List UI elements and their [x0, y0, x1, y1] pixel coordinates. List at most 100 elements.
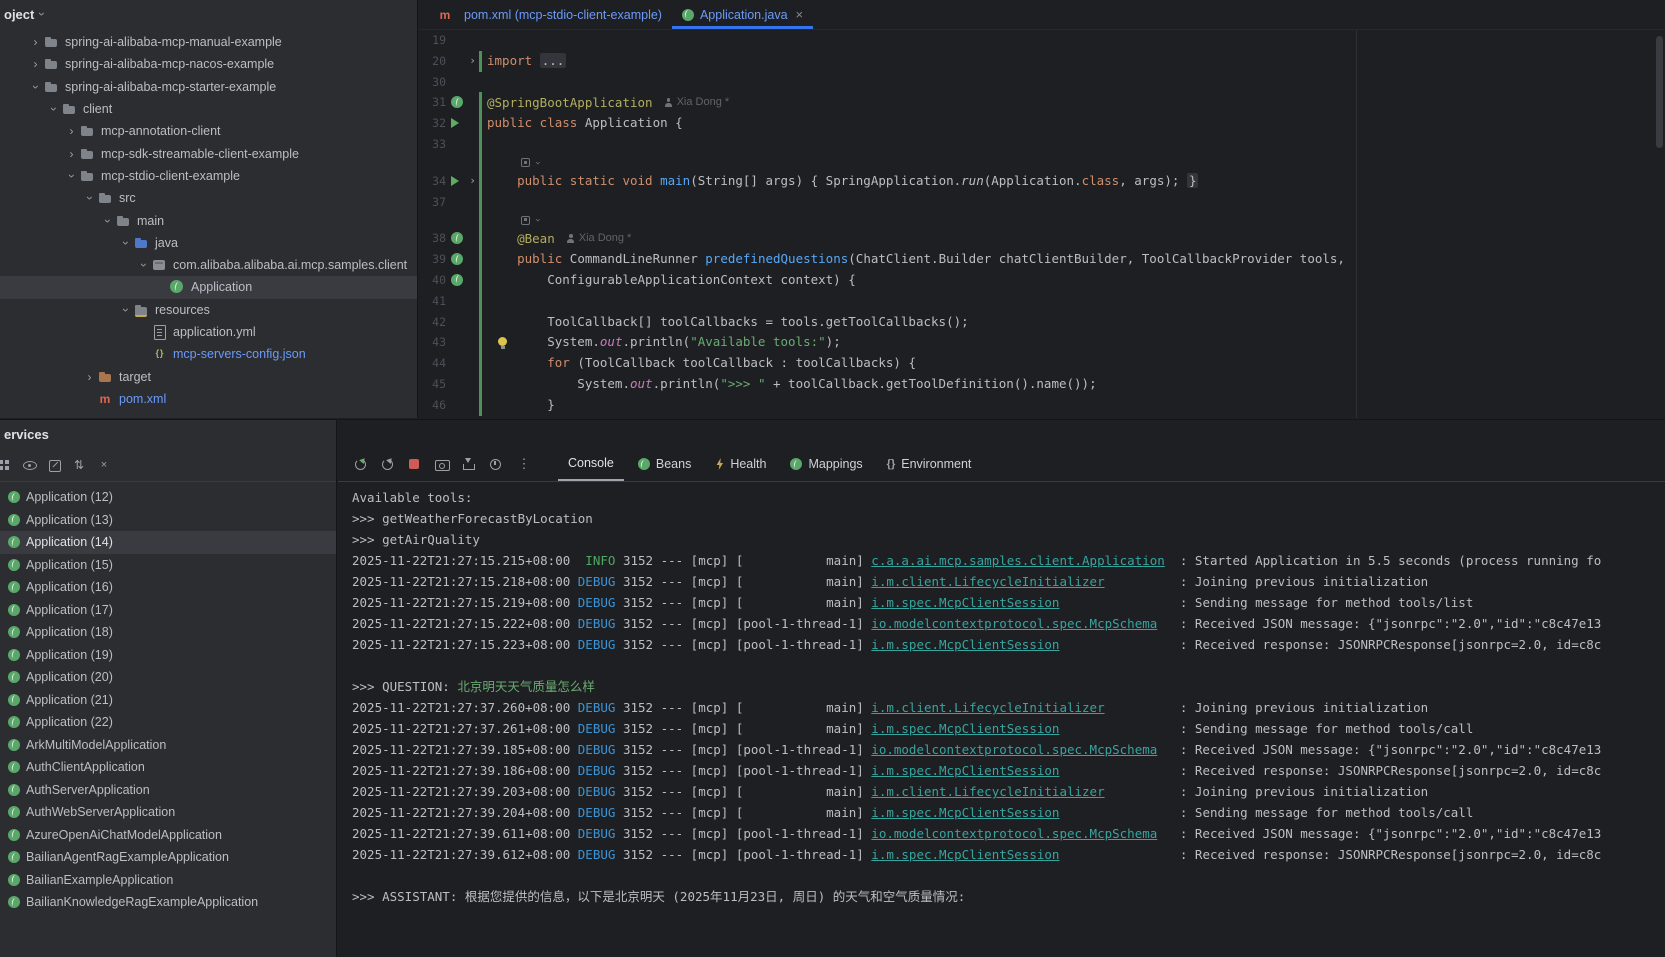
tree-item[interactable]: ›com.alibaba.alibaba.ai.mcp.samples.clie…	[0, 254, 417, 276]
logger-link[interactable]: i.m.spec.McpClientSession	[871, 637, 1059, 652]
logger-link[interactable]: i.m.client.LifecycleInitializer	[871, 784, 1104, 799]
code-line[interactable]: 40 ConfigurableApplicationContext contex…	[419, 270, 1665, 291]
logger-link[interactable]: i.m.client.LifecycleInitializer	[871, 700, 1104, 715]
chevron-down-icon[interactable]: ›	[100, 214, 115, 228]
tree-item[interactable]: ›mcp-sdk-streamable-client-example	[0, 142, 417, 164]
code-line[interactable]: 39 public CommandLineRunner predefinedQu…	[419, 249, 1665, 270]
service-item[interactable]: AuthWebServerApplication	[0, 801, 336, 824]
service-item[interactable]: Application (19)	[0, 644, 336, 667]
chevron-down-icon[interactable]: ›	[82, 191, 97, 205]
chevron-right-icon[interactable]: ›	[28, 35, 43, 49]
run-gutter-icon[interactable]	[451, 176, 459, 186]
fold-icon[interactable]: ›	[466, 51, 479, 72]
service-item[interactable]: BailianAgentRagExampleApplication	[0, 846, 336, 869]
eye-icon[interactable]	[21, 457, 37, 473]
code-line[interactable]: 20›import ...	[419, 51, 1665, 72]
service-item[interactable]: Application (17)	[0, 599, 336, 622]
tab-mappings[interactable]: Mappings	[780, 447, 872, 481]
close-tab-icon[interactable]: ×	[796, 7, 804, 22]
run-gutter-icon[interactable]	[451, 118, 459, 128]
tab-beans[interactable]: Beans	[628, 447, 701, 481]
logger-link[interactable]: i.m.spec.McpClientSession	[871, 595, 1059, 610]
tree-item[interactable]: ›spring-ai-alibaba-mcp-manual-example	[0, 31, 417, 53]
service-item[interactable]: ArkMultiModelApplication	[0, 734, 336, 757]
logger-link[interactable]: i.m.client.LifecycleInitializer	[871, 574, 1104, 589]
logger-link[interactable]: i.m.spec.McpClientSession	[871, 763, 1059, 778]
service-item[interactable]: Application (22)	[0, 711, 336, 734]
tab-health[interactable]: Health	[705, 447, 776, 481]
chevron-down-icon[interactable]: ›	[64, 169, 79, 183]
service-item[interactable]: Application (12)	[0, 486, 336, 509]
logger-link[interactable]: io.modelcontextprotocol.spec.McpSchema	[871, 826, 1157, 841]
code-line[interactable]: 33	[419, 134, 1665, 155]
code-line[interactable]: 46 }	[419, 395, 1665, 416]
service-item[interactable]: Application (21)	[0, 689, 336, 712]
editor-scrollbar[interactable]	[1656, 36, 1663, 148]
tree-item[interactable]: ›spring-ai-alibaba-mcp-nacos-example	[0, 53, 417, 75]
logger-link[interactable]: io.modelcontextprotocol.spec.McpSchema	[871, 616, 1157, 631]
code-line[interactable]: 38 @BeanXia Dong *	[419, 228, 1665, 249]
tree-item[interactable]: ›resources	[0, 299, 417, 321]
service-item[interactable]: BailianKnowledgeRagExampleApplication	[0, 891, 336, 914]
service-item[interactable]: AuthClientApplication	[0, 756, 336, 779]
tree-item[interactable]: ›target	[0, 365, 417, 387]
chevron-down-icon[interactable]: ›	[28, 80, 43, 94]
project-panel-header[interactable]: oject ›	[0, 0, 417, 28]
chevron-right-icon[interactable]: ›	[64, 147, 79, 161]
tree-item[interactable]: ›main	[0, 209, 417, 231]
service-item[interactable]: Application (20)	[0, 666, 336, 689]
chevron-right-icon[interactable]: ›	[64, 124, 79, 138]
tree-item[interactable]: ›client	[0, 98, 417, 120]
service-item[interactable]: Application (14)	[0, 531, 336, 554]
grid-icon[interactable]	[0, 457, 12, 473]
logger-link[interactable]: i.m.spec.McpClientSession	[871, 721, 1059, 736]
logger-link[interactable]: i.m.spec.McpClientSession	[871, 847, 1059, 862]
tree-item[interactable]: ›mcp-annotation-client	[0, 120, 417, 142]
code-line[interactable]: 43 System.out.println("Available tools:"…	[419, 332, 1665, 353]
chevron-right-icon[interactable]: ›	[28, 57, 43, 71]
service-item[interactable]: AzureOpenAiChatModelApplication	[0, 824, 336, 847]
timer-icon[interactable]	[487, 456, 503, 472]
sort-icon[interactable]: ⇅	[71, 457, 87, 473]
code-line[interactable]: 37	[419, 192, 1665, 213]
code-line[interactable]: 19	[419, 30, 1665, 51]
thread-dump-icon[interactable]	[433, 456, 449, 472]
tree-item[interactable]: { }mcp-servers-config.json	[0, 343, 417, 365]
chevron-down-icon[interactable]: ›	[46, 102, 61, 116]
tab-console[interactable]: Console	[558, 447, 624, 481]
code-line[interactable]: 30	[419, 72, 1665, 93]
console-output[interactable]: Available tools:>>> getWeatherForecastBy…	[338, 482, 1665, 907]
tree-item[interactable]: ›src	[0, 187, 417, 209]
logger-link[interactable]: io.modelcontextprotocol.spec.McpSchema	[871, 742, 1157, 757]
code-line[interactable]: 44 for (ToolCallback toolCallback : tool…	[419, 353, 1665, 374]
collapse-icon[interactable]: ×	[96, 457, 112, 473]
code-line[interactable]: 32public class Application {	[419, 113, 1665, 134]
rerun-icon[interactable]	[352, 456, 368, 472]
code-vision-inlay[interactable]: ›	[521, 155, 540, 171]
tree-item[interactable]: ›mcp-stdio-client-example	[0, 165, 417, 187]
stop-icon[interactable]	[406, 456, 422, 472]
code-line[interactable]: 34› public static void main(String[] arg…	[419, 171, 1665, 192]
service-item[interactable]: BailianExampleApplication	[0, 869, 336, 892]
logger-link[interactable]: i.m.spec.McpClientSession	[871, 805, 1059, 820]
tab-environment[interactable]: {}Environment	[877, 447, 982, 481]
chevron-right-icon[interactable]: ›	[82, 370, 97, 384]
tree-item[interactable]: ›java	[0, 232, 417, 254]
fold-icon[interactable]: ›	[466, 171, 479, 192]
editor-tab[interactable]: mpom.xml (mcp-stdio-client-example)	[427, 0, 672, 29]
services-panel-header[interactable]: ervices	[0, 420, 336, 448]
service-item[interactable]: AuthServerApplication	[0, 779, 336, 802]
code-vision-inlay[interactable]: ›	[521, 212, 540, 228]
tree-item[interactable]: Application	[0, 276, 417, 298]
tree-item[interactable]: application.yml	[0, 321, 417, 343]
service-item[interactable]: Application (18)	[0, 621, 336, 644]
editor-tab[interactable]: Application.java×	[672, 0, 813, 29]
rerun-alt-icon[interactable]	[379, 456, 395, 472]
service-item[interactable]: Application (16)	[0, 576, 336, 599]
open-frame-icon[interactable]	[46, 457, 62, 473]
attach-icon[interactable]	[460, 456, 476, 472]
logger-link[interactable]: c.a.a.ai.mcp.samples.client.Application	[871, 553, 1165, 568]
more-icon[interactable]: ⋮	[516, 456, 532, 472]
tree-item[interactable]: mpom.xml	[0, 388, 417, 410]
chevron-down-icon[interactable]: ›	[118, 236, 133, 250]
